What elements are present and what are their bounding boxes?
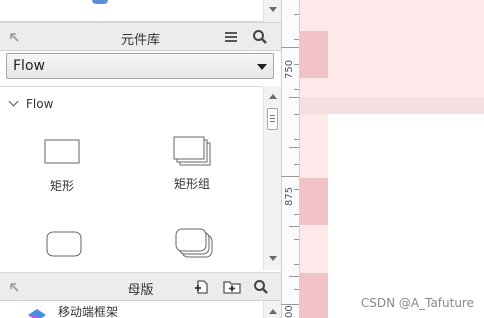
guide-band — [300, 114, 328, 178]
add-master-icon[interactable] — [194, 279, 210, 295]
guide-band — [300, 225, 328, 273]
rectangle-icon — [44, 139, 80, 164]
scroll-up-icon[interactable] — [269, 309, 277, 314]
scroll-down-icon[interactable] — [269, 256, 277, 261]
widget-item[interactable] — [44, 231, 84, 263]
guide-band — [300, 31, 328, 78]
design-canvas[interactable]: CSDN @A_Tafuture — [300, 0, 484, 318]
ruler-label: 750 — [284, 59, 295, 79]
scrollbar-thumb[interactable] — [267, 108, 278, 130]
search-icon[interactable] — [253, 279, 269, 295]
master-icon — [28, 309, 46, 318]
widget-list-scrollbar[interactable] — [263, 86, 281, 270]
guide-band — [300, 97, 484, 114]
widget-item[interactable]: 矩形 — [42, 139, 82, 194]
rectangle-group-icon — [173, 136, 211, 166]
left-panel: 元件库 Flow Flow 矩形 矩形组 母版 移动端框架 — [0, 0, 281, 318]
chevron-down-icon — [257, 64, 267, 70]
vertical-ruler: 750 875 00 — [281, 0, 300, 318]
master-item-label: 移动端框架 — [58, 305, 119, 318]
master-item[interactable]: 移动端框架 — [0, 301, 262, 318]
search-icon[interactable] — [252, 29, 268, 45]
previous-panel-scrollbar[interactable] — [263, 0, 281, 22]
widget-library-header: 元件库 — [0, 22, 281, 51]
library-select[interactable]: Flow — [6, 53, 274, 79]
chevron-down-icon — [8, 96, 19, 107]
widget-item[interactable]: 矩形组 — [170, 135, 214, 192]
rounded-rectangle-group-icon — [175, 228, 213, 258]
guide-band — [300, 178, 328, 225]
ruler-label: 875 — [284, 186, 295, 206]
ruler-label: 00 — [284, 305, 295, 318]
masters-scrollbar[interactable] — [263, 301, 281, 318]
widget-list: Flow 矩形 矩形组 — [0, 86, 262, 270]
category-label: Flow — [26, 97, 54, 111]
library-select-value: Flow — [13, 58, 45, 74]
previous-panel-strip — [0, 0, 281, 22]
guide-band — [300, 273, 328, 318]
widget-label: 矩形 — [49, 179, 74, 193]
scroll-down-icon[interactable] — [269, 7, 277, 12]
masters-header: 母版 — [0, 272, 281, 301]
widget-item[interactable] — [172, 227, 216, 263]
page-item-icon — [92, 0, 108, 4]
widget-label: 矩形组 — [173, 177, 210, 191]
menu-icon[interactable] — [223, 29, 239, 45]
add-folder-icon[interactable] — [223, 279, 241, 295]
watermark: CSDN @A_Tafuture — [360, 296, 474, 310]
rounded-rectangle-icon — [46, 231, 82, 257]
category-flow[interactable]: Flow — [8, 96, 54, 111]
scroll-up-icon[interactable] — [269, 94, 277, 99]
